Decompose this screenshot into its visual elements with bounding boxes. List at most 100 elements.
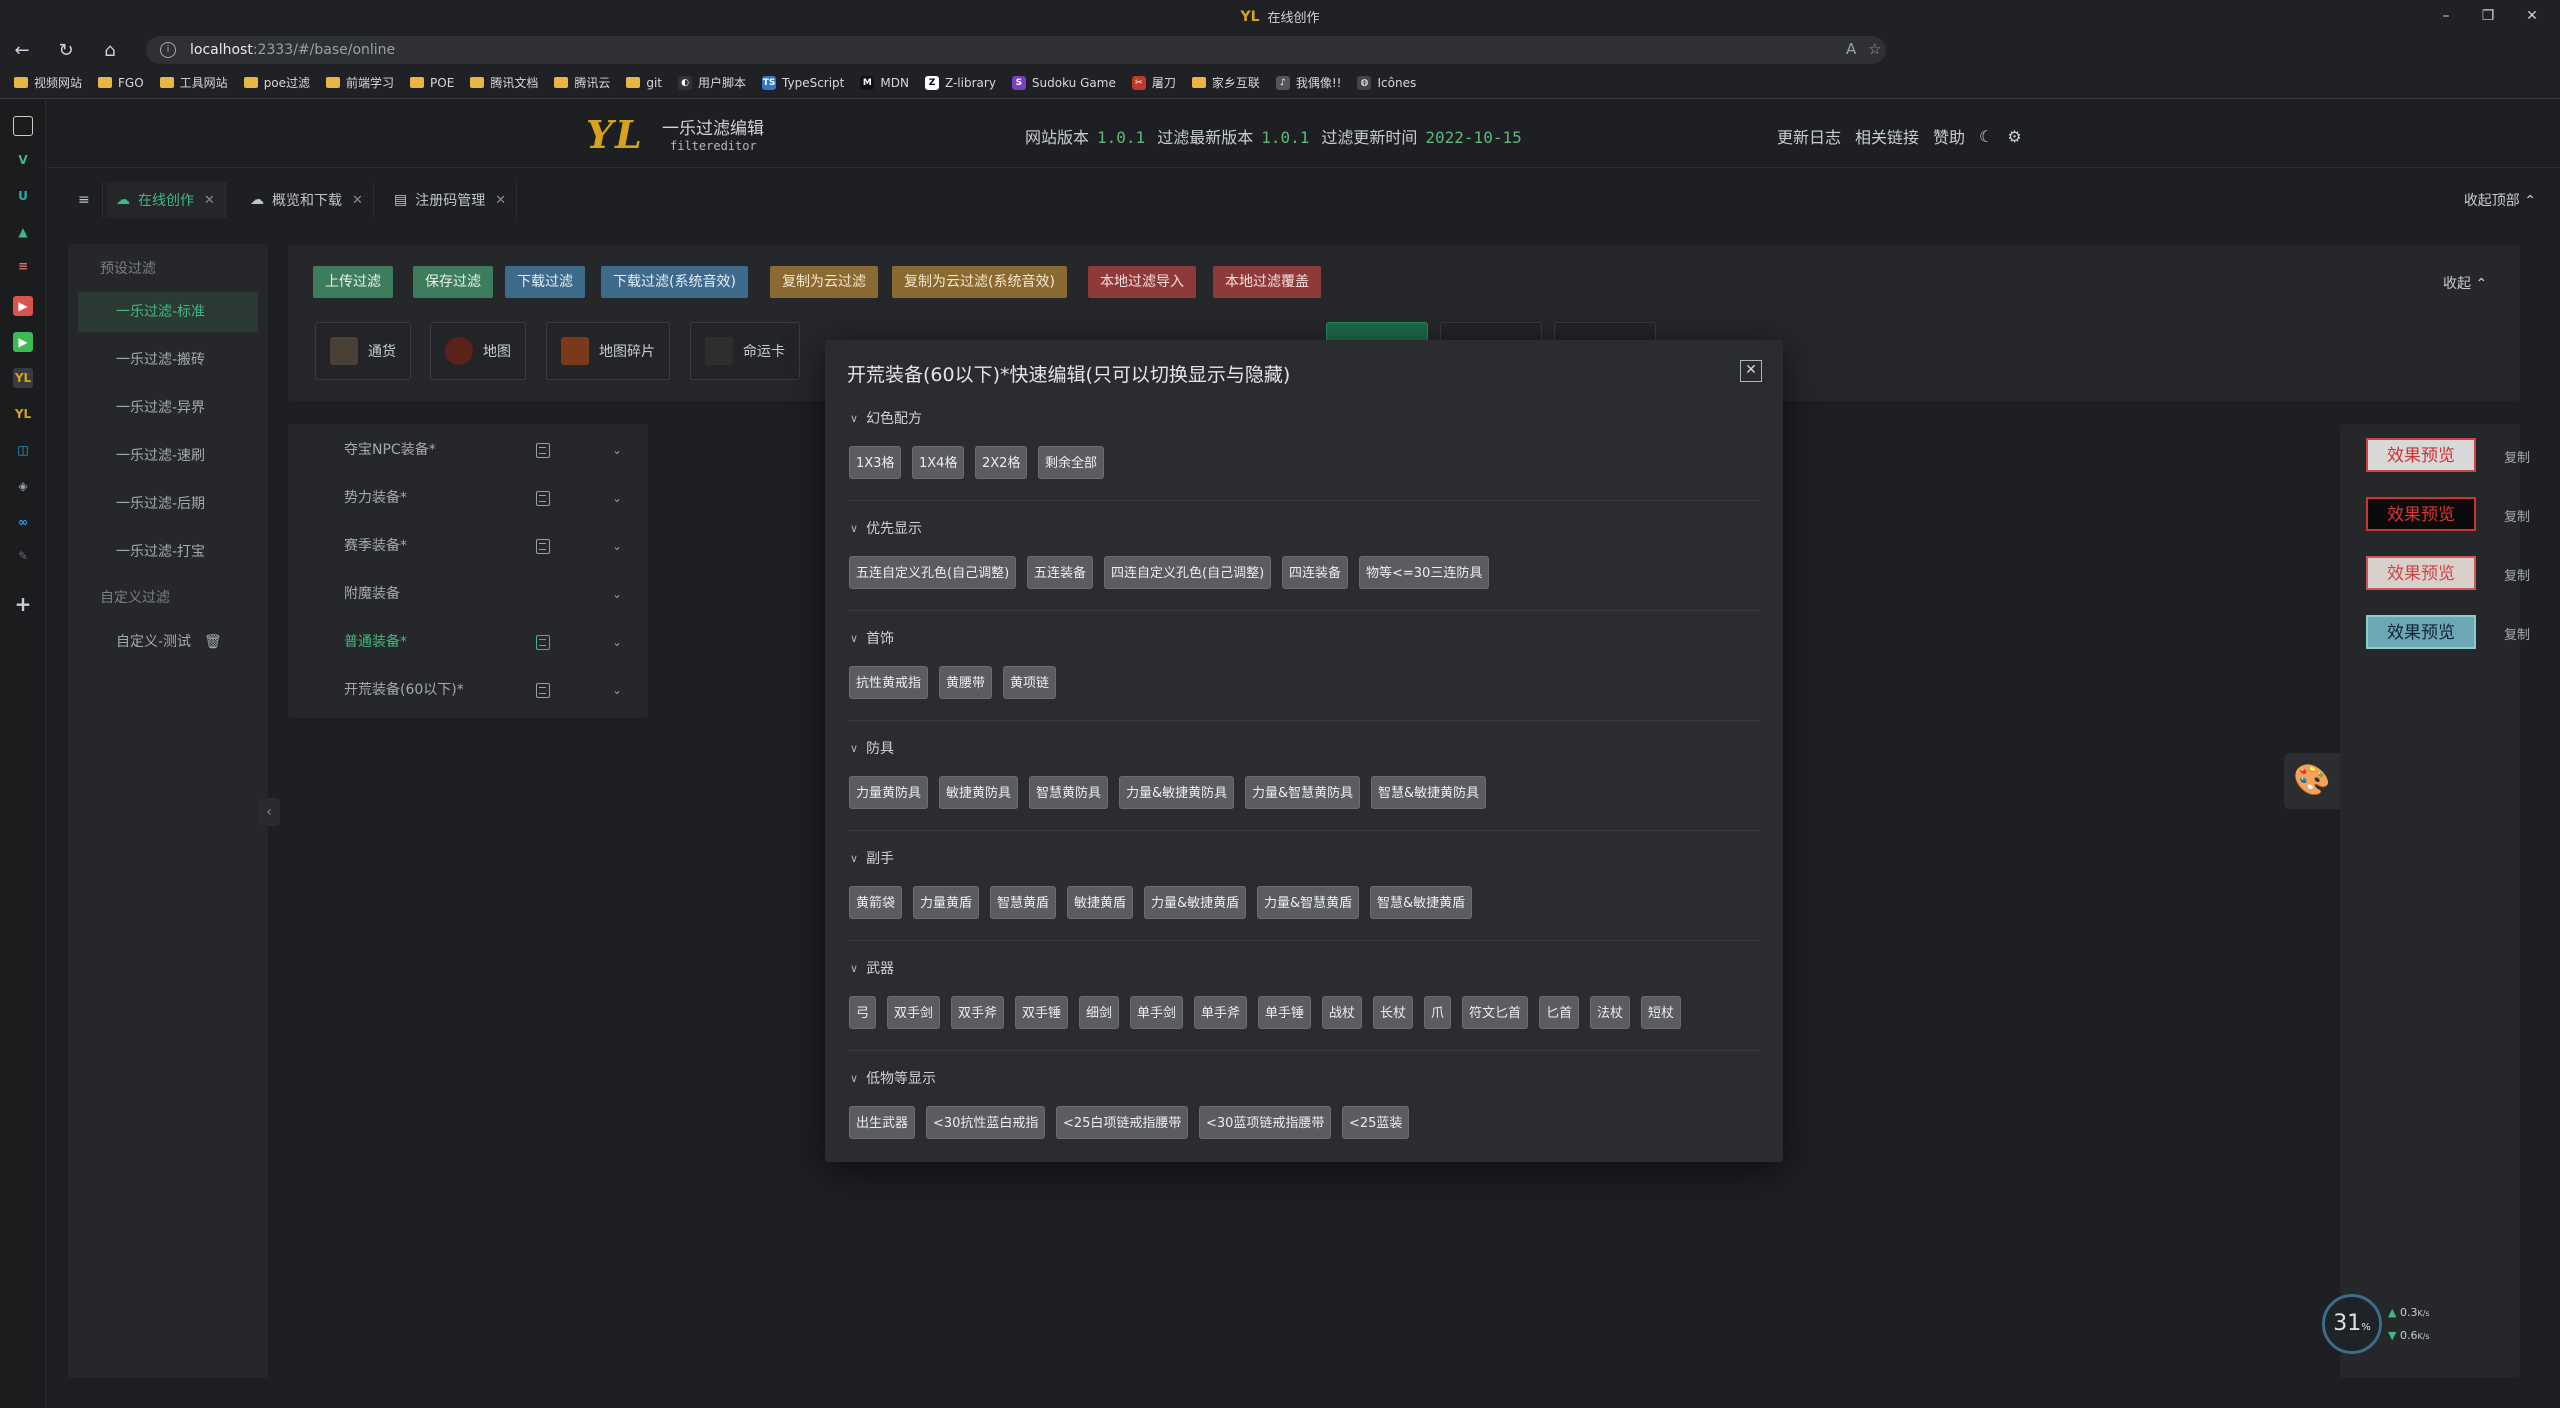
bookmark-item[interactable]: 工具网站: [159, 74, 228, 91]
tabs-icon[interactable]: [13, 116, 33, 136]
bookmark-item[interactable]: TS TypeScript: [762, 75, 844, 90]
close-tab-icon[interactable]: ✕: [352, 193, 363, 208]
toggle-chip[interactable]: 敏捷黄防具: [939, 776, 1019, 809]
copy-button-4[interactable]: 复制: [2504, 624, 2530, 643]
bookmark-item[interactable]: git: [626, 76, 662, 90]
category-map[interactable]: 地图: [430, 322, 526, 380]
home-icon[interactable]: ⌂: [88, 40, 132, 61]
toggle-chip[interactable]: 双手斧: [951, 996, 1005, 1029]
bookmark-item[interactable]: S Sudoku Game: [1011, 75, 1116, 90]
toggle-chip[interactable]: 单手剑: [1130, 996, 1184, 1029]
add-icon[interactable]: +: [13, 594, 33, 614]
bookmark-item[interactable]: 腾讯文档: [470, 74, 538, 91]
category-map-fragment[interactable]: 地图碎片: [546, 322, 670, 380]
download-filter-sound-button[interactable]: 下载过滤(系统音效): [601, 266, 748, 298]
book-icon[interactable]: ≡: [13, 256, 33, 276]
preview-swatch-4[interactable]: 效果预览: [2366, 615, 2476, 649]
palette-icon[interactable]: 🎨: [2284, 753, 2340, 809]
section-header[interactable]: ∨ 首饰: [850, 628, 894, 648]
video-icon[interactable]: ▶: [13, 296, 33, 316]
save-filter-button[interactable]: 保存过滤: [413, 266, 493, 298]
read-aloud-icon[interactable]: A: [1846, 40, 1856, 58]
layers-icon[interactable]: ◈: [13, 476, 33, 496]
bilibili-icon[interactable]: ◫: [13, 440, 33, 460]
bookmark-item[interactable]: 前端学习: [326, 74, 394, 91]
bookmark-item[interactable]: FGO: [98, 76, 144, 90]
yl-icon[interactable]: YL: [13, 404, 33, 424]
infinity-icon[interactable]: ∞: [13, 512, 33, 532]
chevron-down-icon[interactable]: ⌄: [612, 474, 622, 522]
toggle-chip[interactable]: 智慧黄防具: [1029, 776, 1109, 809]
menu-item[interactable]: 势力装备* ⌄: [344, 474, 634, 522]
toggle-chip[interactable]: 匕首: [1539, 996, 1580, 1029]
toggle-chip[interactable]: 1X4格: [912, 446, 965, 479]
toggle-chip[interactable]: 短杖: [1641, 996, 1682, 1029]
feather-icon[interactable]: ✎: [13, 546, 33, 566]
minimize-icon[interactable]: –: [2436, 6, 2456, 26]
settings-gear-icon[interactable]: ⚙: [2007, 127, 2021, 146]
toggle-chip[interactable]: 力量黄防具: [849, 776, 929, 809]
toggle-chip[interactable]: 黄腰带: [939, 666, 993, 699]
toggle-chip[interactable]: <30蓝项链戒指腰带: [1199, 1106, 1332, 1139]
toggle-chip[interactable]: 长杖: [1373, 996, 1414, 1029]
preset-filter-item[interactable]: 一乐过滤-异界: [78, 388, 258, 428]
menu-item[interactable]: 普通装备* ⌄: [344, 618, 634, 666]
reload-icon[interactable]: ↻: [44, 40, 88, 61]
menu-item[interactable]: 附魔装备 ⌄: [344, 570, 634, 618]
bookmark-item[interactable]: 家乡互联: [1191, 74, 1260, 91]
modal-close-icon[interactable]: ✕: [1740, 360, 1762, 382]
toggle-chip[interactable]: 出生武器: [849, 1106, 916, 1139]
toggle-chip[interactable]: 智慧黄盾: [990, 886, 1057, 919]
toggle-chip[interactable]: 力量&智慧黄防具: [1245, 776, 1361, 809]
toggle-chip[interactable]: 力量&智慧黄盾: [1257, 886, 1360, 919]
toggle-chip[interactable]: 细剑: [1079, 996, 1120, 1029]
yl-app-icon[interactable]: YL: [13, 368, 33, 388]
document-icon[interactable]: [536, 491, 550, 506]
toggle-chip[interactable]: 五连自定义孔色(自己调整): [849, 556, 1017, 589]
toggle-chip[interactable]: 智慧&敏捷黄盾: [1370, 886, 1473, 919]
maximize-icon[interactable]: ❐: [2478, 6, 2498, 26]
bookmark-item[interactable]: ✂ 屠刀: [1131, 74, 1176, 91]
preset-filter-item[interactable]: 一乐过滤-后期: [78, 484, 258, 524]
preset-filter-item[interactable]: 一乐过滤-速刷: [78, 436, 258, 476]
chevron-down-icon[interactable]: ⌄: [612, 570, 622, 618]
preset-filter-item[interactable]: 一乐过滤-搬砖: [78, 340, 258, 380]
upload-filter-button[interactable]: 上传过滤: [313, 266, 393, 298]
tab-overview-download[interactable]: ☁ 概览和下载 ✕: [240, 182, 374, 218]
chevron-down-icon[interactable]: ⌄: [612, 618, 622, 666]
preview-swatch-1[interactable]: 效果预览: [2366, 438, 2476, 472]
toggle-chip[interactable]: 四连自定义孔色(自己调整): [1104, 556, 1272, 589]
toggle-chip[interactable]: 法杖: [1590, 996, 1631, 1029]
toggle-chip[interactable]: 黄箭袋: [849, 886, 903, 919]
section-header[interactable]: ∨ 低物等显示: [850, 1068, 936, 1088]
toggle-chip[interactable]: 符文匕首: [1462, 996, 1529, 1029]
copy-button-2[interactable]: 复制: [2504, 506, 2530, 525]
related-links-link[interactable]: 相关链接: [1855, 124, 1919, 148]
favorite-star-icon[interactable]: ☆: [1868, 40, 1881, 58]
close-tab-icon[interactable]: ✕: [495, 193, 506, 208]
document-icon[interactable]: [536, 539, 550, 554]
dark-mode-icon[interactable]: ☾: [1979, 127, 1993, 146]
toggle-chip[interactable]: 弓: [849, 996, 877, 1029]
toggle-chip[interactable]: 2X2格: [975, 446, 1028, 479]
close-tab-icon[interactable]: ✕: [204, 193, 215, 208]
toggle-chip[interactable]: 四连装备: [1282, 556, 1349, 589]
toggle-chip[interactable]: 单手斧: [1194, 996, 1248, 1029]
toggle-chip[interactable]: 双手锤: [1015, 996, 1069, 1029]
site-info-icon[interactable]: i: [160, 42, 176, 58]
bookmark-item[interactable]: 视频网站: [14, 74, 82, 91]
preview-swatch-2[interactable]: 效果预览: [2366, 497, 2476, 531]
changelog-link[interactable]: 更新日志: [1777, 124, 1841, 148]
copy-button-3[interactable]: 复制: [2504, 565, 2530, 584]
toggle-chip[interactable]: 力量&敏捷黄防具: [1119, 776, 1235, 809]
preset-filter-item[interactable]: 一乐过滤-打宝: [78, 532, 258, 572]
chevron-down-icon[interactable]: ⌄: [612, 426, 622, 474]
toggle-chip[interactable]: 双手剑: [887, 996, 941, 1029]
bookmark-item[interactable]: ◍ Icônes: [1357, 75, 1416, 90]
document-icon[interactable]: [536, 683, 550, 698]
close-window-icon[interactable]: ✕: [2522, 6, 2542, 26]
local-overwrite-button[interactable]: 本地过滤覆盖: [1213, 266, 1321, 298]
document-icon[interactable]: [536, 635, 550, 650]
toggle-chip[interactable]: 五连装备: [1027, 556, 1094, 589]
bookmark-item[interactable]: ◐ 用户脚本: [678, 74, 746, 91]
